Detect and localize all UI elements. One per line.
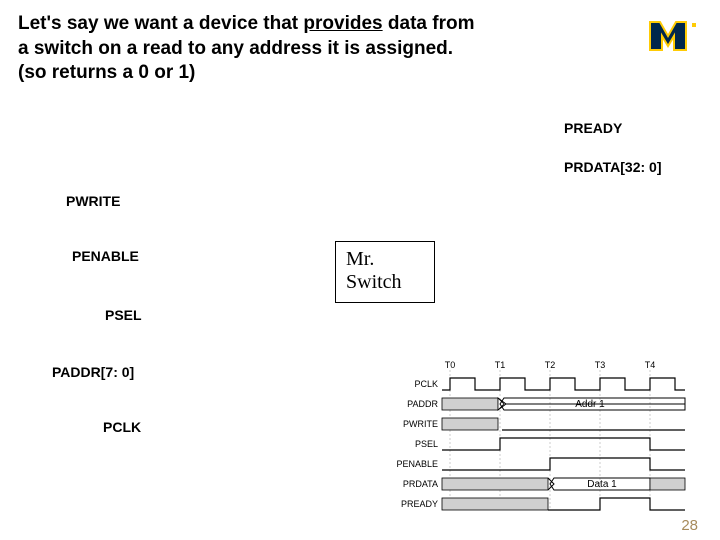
row-pready: PREADY: [401, 498, 685, 510]
row-paddr: PADDR Addr 1: [407, 398, 685, 410]
tick-t3: T3: [595, 360, 606, 370]
timing-diagram: T0 T1 T2 T3 T4 PCLK PADDR Addr 1 PWRITE …: [380, 360, 700, 520]
box-line2: Switch: [346, 271, 424, 294]
slide: Let's say we want a device that provides…: [0, 0, 720, 540]
tick-t4: T4: [645, 360, 656, 370]
prdata-value: Data 1: [587, 479, 617, 490]
rowlabel-psel: PSEL: [415, 439, 438, 449]
rowlabel-paddr: PADDR: [407, 399, 438, 409]
box-line1: Mr.: [346, 248, 424, 271]
title-underlined: provides: [303, 13, 382, 34]
label-pready: PREADY: [564, 120, 622, 136]
mr-switch-box: Mr. Switch: [335, 241, 435, 303]
label-prdata: PRDATA[32: 0]: [564, 159, 662, 175]
label-pwrite: PWRITE: [66, 193, 120, 209]
paddr-value: Addr 1: [575, 399, 605, 410]
rowlabel-penable: PENABLE: [396, 459, 438, 469]
row-prdata: PRDATA Data 1: [403, 478, 685, 490]
label-paddr: PADDR[7: 0]: [52, 364, 134, 380]
tick-t0: T0: [445, 360, 456, 370]
tick-t1: T1: [495, 360, 506, 370]
row-pclk: PCLK: [414, 378, 685, 390]
rowlabel-prdata: PRDATA: [403, 479, 438, 489]
label-penable: PENABLE: [72, 248, 139, 264]
title-line2: a switch on a read to any address it is …: [18, 38, 453, 59]
rowlabel-pclk: PCLK: [414, 379, 438, 389]
rowlabel-pready: PREADY: [401, 499, 438, 509]
michigan-logo: [648, 16, 700, 57]
label-pclk: PCLK: [103, 419, 141, 435]
row-penable: PENABLE: [396, 458, 685, 470]
title-line1-pre: Let's say we want a device that: [18, 13, 303, 34]
label-psel: PSEL: [105, 307, 142, 323]
title-line3: (so returns a 0 or 1): [18, 62, 195, 83]
page-number: 28: [681, 517, 698, 534]
tick-t2: T2: [545, 360, 556, 370]
rowlabel-pwrite: PWRITE: [403, 419, 438, 429]
title-line1-post: data from: [383, 13, 475, 34]
row-pwrite: PWRITE: [403, 418, 685, 430]
slide-title: Let's say we want a device that provides…: [18, 12, 578, 86]
